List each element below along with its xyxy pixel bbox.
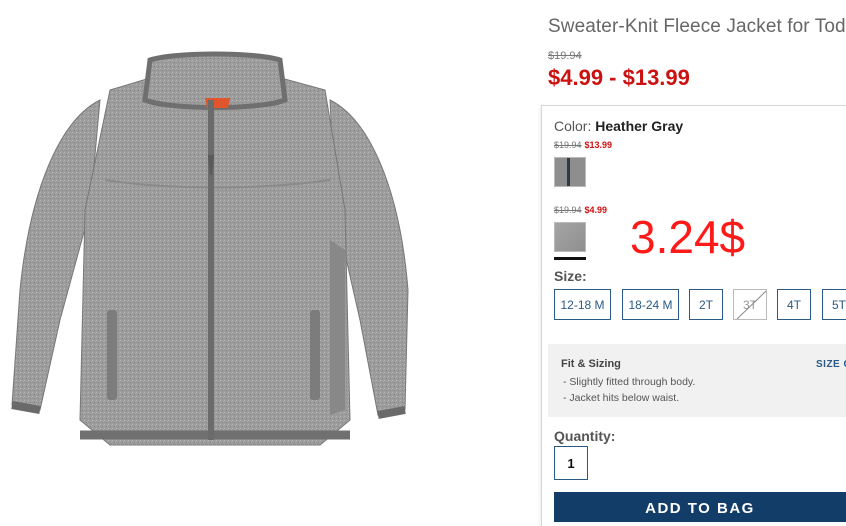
size-button-3t-unavailable[interactable]: 3T <box>733 289 767 320</box>
size-chart-link[interactable]: SIZE CHART <box>816 359 846 370</box>
size-button-5t[interactable]: 5T <box>822 289 846 320</box>
selected-color-name: Heather Gray <box>595 118 684 134</box>
unavailable-strike-icon <box>736 290 766 319</box>
selected-swatch-indicator <box>554 257 586 260</box>
original-price: $19.94 <box>548 50 582 62</box>
color-label: Color: <box>554 118 592 134</box>
product-image <box>11 51 409 446</box>
size-label: Size: <box>554 268 587 284</box>
fit-detail-1: - Slightly fitted through body. <box>563 376 696 388</box>
swatch-2-sale-price: $4.99 <box>584 205 608 215</box>
product-title: Sweater-Knit Fleece Jacket for Toddler <box>548 16 846 37</box>
sale-price-range: $4.99 - $13.99 <box>548 65 690 90</box>
fit-detail-2: - Jacket hits below waist. <box>563 392 680 404</box>
quantity-label: Quantity: <box>554 428 616 444</box>
add-to-bag-button[interactable]: ADD TO BAG <box>554 492 846 522</box>
size-button-18-24m[interactable]: 18-24 M <box>622 289 679 320</box>
swatch-1-sale-price: $13.99 <box>584 140 613 150</box>
size-button-12-18m[interactable]: 12-18 M <box>554 289 611 320</box>
quantity-input[interactable]: 1 <box>554 446 588 480</box>
handwritten-price-annotation: 3.24$ <box>630 211 746 263</box>
swatch-price-1: $19.94 $13.99 <box>554 140 612 150</box>
color-selection: Color: Heather Gray <box>554 118 683 134</box>
swatch-2-original-price: $19.94 <box>554 205 582 215</box>
swatch-1-original-price: $19.94 <box>554 140 582 150</box>
swatch-price-2: $19.94 $4.99 <box>554 205 607 215</box>
size-button-2t[interactable]: 2T <box>689 289 723 320</box>
color-swatch-dark-zip[interactable] <box>554 157 586 187</box>
size-button-4t[interactable]: 4T <box>777 289 811 320</box>
fit-sizing-title: Fit & Sizing <box>561 358 621 370</box>
color-swatch-heather-gray[interactable] <box>554 222 586 252</box>
